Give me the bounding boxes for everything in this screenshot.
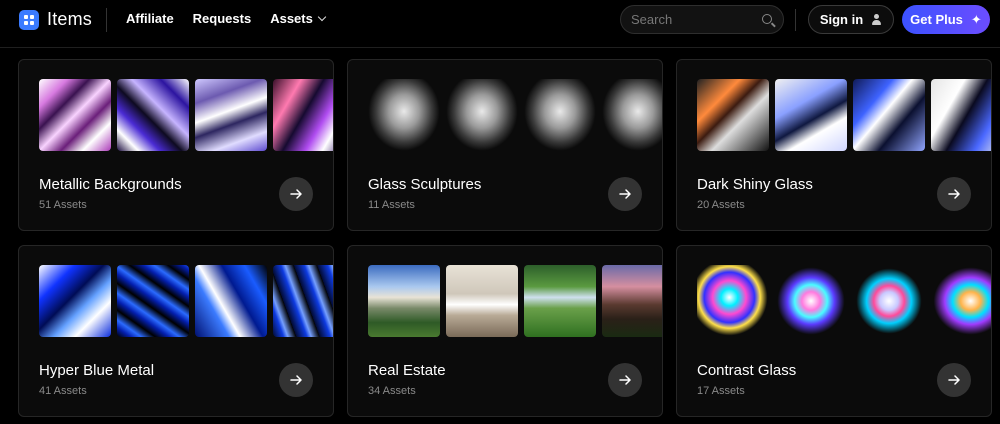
open-collection-button[interactable] (608, 177, 642, 211)
thumbnail-image (446, 79, 518, 151)
arrow-right-icon (290, 189, 302, 199)
arrow-right-icon (619, 189, 631, 199)
asset-count: 17 Assets (697, 385, 745, 397)
thumbnail-image (273, 79, 333, 151)
sign-in-label: Sign in (819, 12, 864, 27)
card-title: Dark Shiny Glass (697, 176, 813, 193)
thumbnail-strip (368, 265, 662, 337)
asset-count: 51 Assets (39, 199, 87, 211)
brand-name: Items (47, 9, 93, 29)
header-divider-right (795, 9, 796, 31)
search-icon (762, 14, 772, 24)
arrow-right-icon (948, 189, 960, 199)
thumbnail-image (117, 79, 189, 151)
thumbnail-image (524, 79, 596, 151)
nav-affiliate[interactable]: Affiliate (126, 11, 174, 26)
thumbnail-strip (39, 79, 333, 151)
sign-in-button[interactable]: Sign in (808, 5, 894, 34)
thumbnail-image (39, 265, 111, 337)
brand[interactable]: Items (19, 9, 92, 30)
open-collection-button[interactable] (937, 177, 971, 211)
top-nav-bar: Items Affiliate Requests Assets Sign in … (0, 0, 1000, 48)
user-icon (871, 14, 882, 25)
thumbnail-image (195, 79, 267, 151)
thumbnail-image (602, 265, 662, 337)
collection-card[interactable]: Hyper Blue Metal 41 Assets (18, 245, 334, 417)
card-title: Metallic Backgrounds (39, 176, 182, 193)
thumbnail-strip (39, 265, 333, 337)
thumbnail-strip (697, 79, 991, 151)
thumbnail-image (775, 265, 847, 337)
open-collection-button[interactable] (279, 177, 313, 211)
thumbnail-image (602, 79, 662, 151)
main-nav: Affiliate Requests Assets (126, 11, 327, 26)
chevron-down-icon (317, 12, 327, 22)
thumbnail-image (524, 265, 596, 337)
card-title: Real Estate (368, 362, 446, 379)
thumbnail-strip (368, 79, 662, 151)
collection-card[interactable]: Dark Shiny Glass 20 Assets (676, 59, 992, 231)
sparkle-icon: ✦ (970, 12, 982, 27)
open-collection-button[interactable] (608, 363, 642, 397)
thumbnail-image (368, 79, 440, 151)
thumbnail-image (39, 79, 111, 151)
nav-assets[interactable]: Assets (270, 11, 327, 26)
asset-count: 34 Assets (368, 385, 416, 397)
thumbnail-image (775, 79, 847, 151)
asset-count: 11 Assets (368, 199, 415, 211)
collection-card[interactable]: Contrast Glass 17 Assets (676, 245, 992, 417)
thumbnail-image (273, 265, 333, 337)
open-collection-button[interactable] (279, 363, 313, 397)
thumbnail-image (117, 265, 189, 337)
open-collection-button[interactable] (937, 363, 971, 397)
asset-count: 20 Assets (697, 199, 745, 211)
card-title: Contrast Glass (697, 362, 797, 379)
thumbnail-image (697, 79, 769, 151)
get-plus-label: Get Plus (910, 12, 963, 27)
collection-card[interactable]: Glass Sculptures 11 Assets (347, 59, 663, 231)
thumbnail-image (195, 265, 267, 337)
nav-requests[interactable]: Requests (193, 11, 252, 26)
collection-card[interactable]: Metallic Backgrounds 51 Assets (18, 59, 334, 231)
search-input[interactable] (631, 12, 751, 27)
card-title: Glass Sculptures (368, 176, 482, 193)
arrow-right-icon (948, 375, 960, 385)
arrow-right-icon (290, 375, 302, 385)
card-title: Hyper Blue Metal (39, 362, 155, 379)
thumbnail-image (368, 265, 440, 337)
get-plus-button[interactable]: Get Plus ✦ (902, 5, 990, 34)
thumbnail-image (853, 265, 925, 337)
thumbnail-image (853, 79, 925, 151)
arrow-right-icon (619, 375, 631, 385)
header-divider (106, 8, 107, 32)
items-logo-icon (19, 9, 39, 30)
thumbnail-image (446, 265, 518, 337)
collection-card[interactable]: Real Estate 34 Assets (347, 245, 663, 417)
thumbnail-image (697, 265, 769, 337)
nav-assets-label: Assets (270, 11, 313, 26)
thumbnail-strip (697, 265, 991, 337)
thumbnail-image (931, 265, 991, 337)
search-box[interactable] (620, 5, 784, 34)
asset-count: 41 Assets (39, 385, 87, 397)
thumbnail-image (931, 79, 991, 151)
